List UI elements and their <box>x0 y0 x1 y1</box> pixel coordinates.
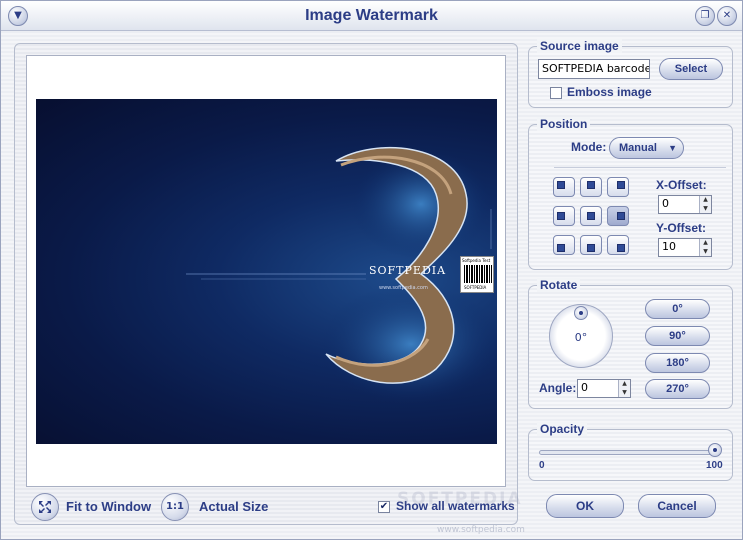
x-offset-spinner[interactable]: 0 ▲ ▼ <box>658 195 712 214</box>
close-button[interactable]: ✕ <box>717 6 737 26</box>
title-bar: ▼ Image Watermark ❐ ✕ <box>1 1 742 31</box>
rotate-180-button[interactable]: 180° <box>645 353 710 373</box>
opacity-slider-track[interactable] <box>539 450 715 455</box>
y-offset-label: Y-Offset: <box>656 221 707 235</box>
site-watermark: SOFTPEDIA <box>397 489 523 509</box>
source-file-field[interactable]: SOFTPEDIA barcode. <box>538 59 650 79</box>
ok-button[interactable]: OK <box>546 494 624 518</box>
fit-to-window-icon <box>39 501 51 513</box>
opacity-min-label: 0 <box>539 460 545 471</box>
rotate-90-button[interactable]: 90° <box>645 326 710 346</box>
opacity-slider-thumb[interactable] <box>708 443 722 457</box>
mode-value: Manual <box>619 142 657 154</box>
rotation-dial[interactable]: 0° <box>549 304 613 368</box>
actual-size-icon: 1:1 <box>166 501 184 512</box>
chevron-down-icon: ▼ <box>668 143 677 153</box>
barcode-top-text: Softpedia Test <box>462 258 491 263</box>
x-offset-down[interactable]: ▼ <box>700 205 711 214</box>
actual-size-label[interactable]: Actual Size <box>199 499 268 514</box>
angle-spinner[interactable]: 0 ▲ ▼ <box>577 379 631 398</box>
actual-size-button[interactable]: 1:1 <box>161 493 189 521</box>
anchor-bottom-left[interactable] <box>553 235 575 255</box>
anchor-bottom-center[interactable] <box>580 235 602 255</box>
angle-label: Angle: <box>539 381 577 395</box>
source-image-group: Source image SOFTPEDIA barcode. Select E… <box>528 39 733 108</box>
show-all-watermarks-checkbox[interactable]: ✔ <box>378 501 390 513</box>
anchor-middle-left[interactable] <box>553 206 575 226</box>
fit-to-window-button[interactable] <box>31 493 59 521</box>
source-image-title: Source image <box>537 39 622 53</box>
y-offset-up[interactable]: ▲ <box>700 239 711 248</box>
position-title: Position <box>537 117 591 131</box>
y-offset-spinner[interactable]: 10 ▲ ▼ <box>658 238 712 257</box>
position-group: Position Mode: Manual ▼ X-Offset: 0 ▲ ▼ Y… <box>528 117 733 270</box>
window-title: Image Watermark <box>305 7 438 24</box>
emboss-image-label[interactable]: Emboss image <box>567 85 652 99</box>
cancel-button[interactable]: Cancel <box>638 494 716 518</box>
checkmark-icon: ✔ <box>379 501 389 512</box>
anchor-top-center[interactable] <box>580 177 602 197</box>
rotation-dial-value: 0° <box>574 331 588 344</box>
select-button[interactable]: Select <box>659 58 723 80</box>
anchor-bottom-right[interactable] <box>607 235 629 255</box>
image-url-text: www.softpedia.com <box>379 285 428 291</box>
mode-dropdown[interactable]: Manual ▼ <box>609 137 684 159</box>
barcode-bars <box>464 265 492 283</box>
anchor-top-left[interactable] <box>553 177 575 197</box>
y-offset-down[interactable]: ▼ <box>700 248 711 257</box>
mode-label: Mode: <box>571 140 607 154</box>
opacity-max-label: 100 <box>706 460 723 471</box>
restore-button[interactable]: ❐ <box>695 6 715 26</box>
divider <box>554 167 726 168</box>
opacity-title: Opacity <box>537 422 588 436</box>
preview-canvas: SOFTPEDIA www.softpedia.com Softpedia Te… <box>26 55 506 487</box>
image-wordmark: SOFTPEDIA <box>369 264 447 277</box>
barcode-bottom-text: SOFTPEDIA <box>464 285 487 290</box>
x-offset-up[interactable]: ▲ <box>700 196 711 205</box>
anchor-top-right[interactable] <box>607 177 629 197</box>
angle-value: 0 <box>581 381 588 394</box>
rotate-270-button[interactable]: 270° <box>645 379 710 399</box>
preview-image[interactable]: SOFTPEDIA www.softpedia.com Softpedia Te… <box>36 99 497 444</box>
x-offset-label: X-Offset: <box>656 178 707 192</box>
rotate-0-button[interactable]: 0° <box>645 299 710 319</box>
fit-to-window-label[interactable]: Fit to Window <box>66 499 151 514</box>
rotate-title: Rotate <box>537 278 581 292</box>
barcode-watermark[interactable]: Softpedia Test SOFTPEDIA <box>460 256 494 293</box>
site-watermark-url: www.softpedia.com <box>437 525 525 535</box>
rotation-dial-knob[interactable] <box>574 306 588 320</box>
y-offset-value: 10 <box>662 240 676 253</box>
restore-icon: ❐ <box>700 10 710 21</box>
anchor-center[interactable] <box>580 206 602 226</box>
rotate-group: Rotate 0° Angle: 0 ▲ ▼ 0° 90° 180° 270° <box>528 278 733 409</box>
angle-down[interactable]: ▼ <box>619 389 630 398</box>
x-offset-value: 0 <box>662 197 669 210</box>
emboss-image-checkbox[interactable] <box>550 87 562 99</box>
opacity-group: Opacity 0 100 <box>528 422 733 481</box>
image-watermark-window: ▼ Image Watermark ❐ ✕ SOFTPEDIA www.soft… <box>0 0 743 540</box>
angle-up[interactable]: ▲ <box>619 380 630 389</box>
close-icon: ✕ <box>722 10 732 21</box>
preview-panel: SOFTPEDIA www.softpedia.com Softpedia Te… <box>14 43 518 525</box>
anchor-middle-right[interactable] <box>607 206 629 226</box>
